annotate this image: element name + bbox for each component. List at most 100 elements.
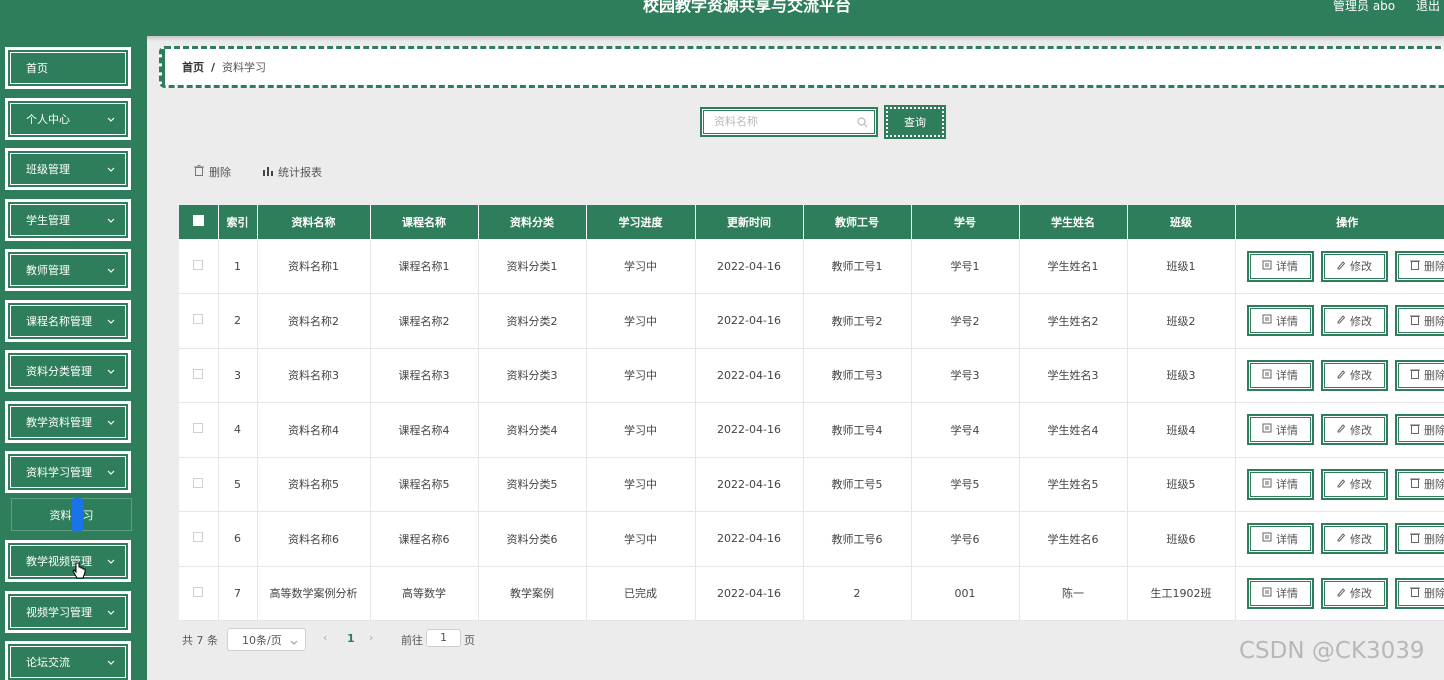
action-label: 修改 — [1350, 260, 1372, 273]
row-checkbox[interactable] — [193, 314, 204, 325]
table-row: 6 资料名称6 课程名称6 资料分类6 学习中 2022-04-16 教师工号6 学号6 学生姓… — [179, 511, 1444, 567]
trash-icon — [1410, 532, 1420, 546]
edit-icon — [1336, 314, 1346, 327]
sidebar-item[interactable]: 教师管理 — [5, 249, 131, 291]
edit-button[interactable]: 修改 — [1320, 468, 1388, 500]
search-input[interactable] — [714, 115, 844, 128]
current-page[interactable]: 1 — [347, 632, 355, 645]
edit-button[interactable]: 修改 — [1320, 577, 1388, 609]
detail-button[interactable]: 详情 — [1246, 359, 1314, 391]
detail-button[interactable]: 详情 — [1246, 305, 1314, 337]
detail-icon — [1262, 423, 1272, 436]
column-header: 索引 — [218, 205, 258, 239]
goto-page-input[interactable]: 1 — [426, 629, 461, 647]
detail-button[interactable]: 详情 — [1246, 414, 1314, 446]
select-all-checkbox[interactable] — [192, 215, 204, 226]
table-cell: 学生姓名2 — [1019, 293, 1128, 349]
table-cell: 资料分类6 — [478, 511, 587, 567]
sidebar-item[interactable]: 资料分类管理 — [5, 350, 131, 392]
delete-button[interactable]: 删除 — [1394, 468, 1444, 500]
row-select-cell — [179, 511, 219, 567]
edit-button[interactable]: 修改 — [1320, 414, 1388, 446]
column-header: 班级 — [1127, 205, 1236, 239]
sidebar-item[interactable]: 教学视频管理 — [5, 540, 131, 582]
table-cell: 已完成 — [586, 566, 696, 621]
delete-button[interactable]: 删除 — [1394, 523, 1444, 555]
detail-button[interactable]: 详情 — [1246, 468, 1314, 500]
sidebar-item[interactable]: 教学资料管理 — [5, 401, 131, 443]
edit-button[interactable]: 修改 — [1320, 523, 1388, 555]
sidebar-item-label: 教学资料管理 — [26, 416, 92, 429]
sidebar-item[interactable]: 班级管理 — [5, 148, 131, 190]
table-row: 7 高等数学案例分析 高等数学 教学案例 已完成 2022-04-16 2 001 陈一 生工19… — [179, 566, 1444, 621]
detail-button[interactable]: 详情 — [1246, 523, 1314, 555]
delete-button[interactable]: 删除 — [1394, 305, 1444, 337]
delete-button[interactable]: 删除 — [1394, 577, 1444, 609]
sidebar-item[interactable]: 课程名称管理 — [5, 300, 131, 342]
report-tool-button[interactable]: 统计报表 — [263, 164, 322, 180]
row-checkbox[interactable] — [193, 586, 204, 597]
row-checkbox[interactable] — [193, 477, 204, 488]
sidebar-item[interactable]: 学生管理 — [5, 199, 131, 241]
table-cell: 教师工号3 — [803, 348, 912, 403]
action-label: 删除 — [1424, 478, 1444, 492]
breadcrumb-home[interactable]: 首页 — [182, 59, 204, 75]
delete-button[interactable]: 删除 — [1394, 250, 1444, 282]
query-button[interactable]: 查询 — [884, 105, 946, 139]
actions-cell: 详情 修改 删除 — [1235, 293, 1444, 349]
sidebar-item-label: 教师管理 — [26, 264, 70, 277]
sidebar-item-label: 学生管理 — [26, 214, 70, 227]
prev-page-icon[interactable]: ‹ — [323, 631, 327, 644]
column-header: 资料分类 — [478, 205, 587, 239]
actions-cell: 详情 修改 删除 — [1235, 239, 1444, 294]
chevron-down-icon — [106, 556, 116, 566]
page-size-select[interactable]: 10条/页 — [227, 628, 306, 651]
delete-button[interactable]: 删除 — [1394, 414, 1444, 446]
next-page-icon[interactable]: › — [369, 631, 373, 644]
detail-icon — [1262, 478, 1272, 491]
row-checkbox[interactable] — [193, 368, 204, 379]
sidebar-item[interactable]: 论坛交流 — [5, 641, 131, 680]
column-header: 资料名称 — [257, 205, 371, 239]
edit-icon — [1336, 478, 1346, 491]
chevron-down-icon — [106, 417, 116, 427]
detail-button[interactable]: 详情 — [1246, 577, 1314, 609]
action-label: 详情 — [1276, 478, 1298, 492]
sidebar-item-label: 课程名称管理 — [26, 315, 92, 328]
table-cell: 班级4 — [1127, 402, 1236, 458]
detail-button[interactable]: 详情 — [1246, 250, 1314, 282]
delete-button[interactable]: 删除 — [1394, 359, 1444, 391]
table-cell: 教学案例 — [478, 566, 587, 621]
edit-button[interactable]: 修改 — [1320, 250, 1388, 282]
table-cell: 班级5 — [1127, 457, 1236, 512]
action-label: 删除 — [1424, 260, 1444, 273]
sidebar-item[interactable]: 资料学习管理 — [5, 451, 131, 493]
sidebar-item[interactable]: 个人中心 — [5, 98, 131, 140]
edit-button[interactable]: 修改 — [1320, 359, 1388, 391]
chevron-down-icon — [106, 607, 116, 617]
delete-tool-button[interactable]: 删除 — [194, 164, 231, 180]
chevron-down-icon — [106, 657, 116, 667]
user-label: 管理员 abo — [1333, 0, 1396, 13]
table-cell: 班级1 — [1127, 239, 1236, 294]
table-cell: 学号1 — [911, 239, 1020, 294]
sidebar-item-label: 首页 — [26, 62, 48, 75]
detail-icon — [1262, 260, 1272, 273]
logout-link[interactable]: 退出 — [1416, 0, 1440, 14]
row-checkbox[interactable] — [193, 532, 204, 543]
search-field[interactable] — [700, 107, 878, 137]
sidebar-item[interactable]: 首页 — [5, 47, 131, 89]
sidebar-item[interactable]: 视频学习管理 — [5, 591, 131, 633]
total-count: 共 7 条 — [182, 634, 218, 647]
sidebar-item-label: 资料分类管理 — [26, 365, 92, 378]
row-checkbox[interactable] — [193, 259, 204, 270]
table-cell: 资料分类3 — [478, 348, 587, 403]
chevron-down-icon — [106, 114, 116, 124]
table-cell: 2022-04-16 — [695, 511, 804, 567]
table-cell: 教师工号5 — [803, 457, 912, 512]
action-label: 详情 — [1276, 532, 1298, 546]
table-cell: 2022-04-16 — [695, 457, 804, 512]
table-cell: 7 — [218, 566, 258, 621]
row-checkbox[interactable] — [193, 423, 204, 434]
edit-button[interactable]: 修改 — [1320, 305, 1388, 337]
